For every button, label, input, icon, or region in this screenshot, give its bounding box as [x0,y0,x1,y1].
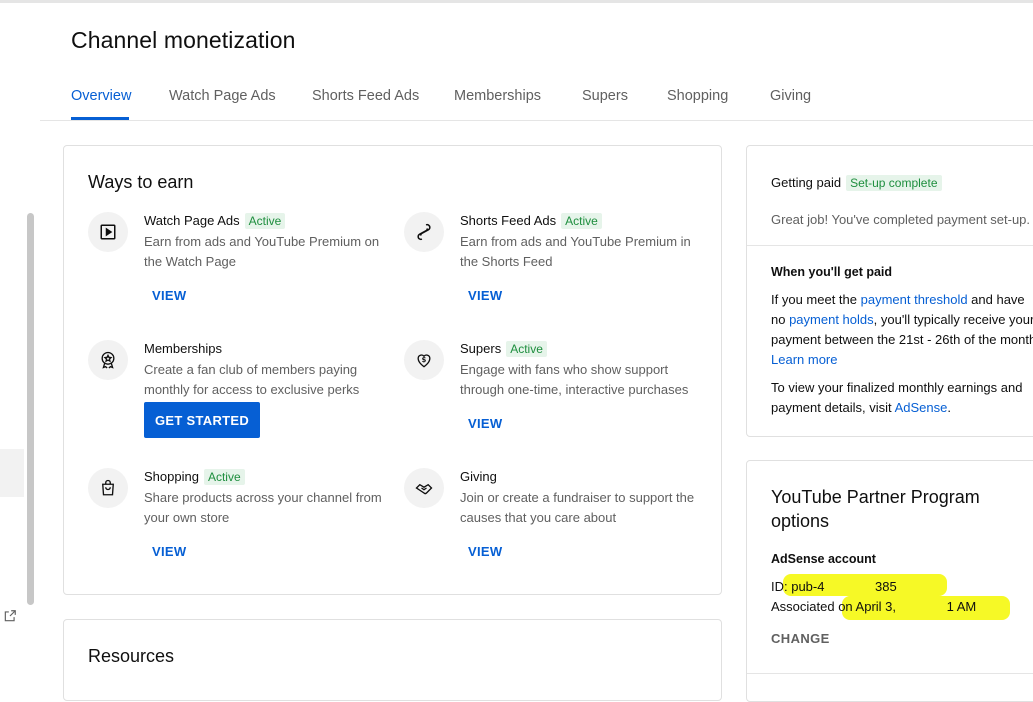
view-supers-button[interactable]: VIEW [468,416,502,431]
left-gutter [0,3,40,685]
ypp-title: YouTube Partner Program options [771,487,980,531]
when-text: If you meet the [771,292,861,307]
change-adsense-button[interactable]: CHANGE [771,631,830,646]
badge-star-icon [88,340,128,380]
tab-watch-page-ads[interactable]: Watch Page Ads [169,88,276,104]
earn-item-desc: Engage with fans who show support throug… [460,362,689,397]
status-badge: Active [561,213,602,229]
learn-more-link[interactable]: Learn more [771,352,837,367]
ways-to-earn-card: Ways to earn Watch Page Ads Active Earn f… [63,145,722,595]
when-paid-text: If you meet the payment threshold and ha… [771,290,1033,370]
status-badge: Active [244,213,286,229]
payment-setup-message: Great job! You've completed payment set-… [771,212,1031,227]
earn-item-desc: Join or create a fundraiser to support t… [460,490,695,525]
top-border [0,0,1033,3]
payment-holds-link[interactable]: payment holds [789,312,874,327]
ypp-options-card: YouTube Partner Program options AdSense … [746,460,1033,702]
adsense-id: ID: pub-4 385 [771,579,897,594]
page-title: Channel monetization [71,27,296,53]
earn-item-name: Shorts Feed Ads [460,213,557,228]
adsense-link[interactable]: AdSense [895,400,948,415]
tab-shorts-feed-ads[interactable]: Shorts Feed Ads [312,88,419,104]
resources-title: Resources [88,646,175,666]
adsense-account-label: AdSense account [771,552,876,566]
handshake-heart-icon [404,468,444,508]
finalized-text: . [947,400,951,415]
setup-complete-badge: Set-up complete [846,175,942,191]
tab-giving[interactable]: Giving [770,88,811,104]
tab-memberships[interactable]: Memberships [454,88,541,104]
earn-item-watch-page-ads: Watch Page Ads Active Earn from ads and Y… [88,212,388,312]
svg-text:$: $ [422,356,427,364]
view-shorts-feed-ads-button[interactable]: VIEW [468,288,502,303]
tab-supers[interactable]: Supers [582,88,628,104]
sidebar-hover-item[interactable] [0,449,24,497]
payment-threshold-link[interactable]: payment threshold [861,292,968,307]
heart-dollar-icon: $ [404,340,444,380]
getting-paid-title: Getting paid [771,175,842,190]
earn-item-shorts-feed-ads: Shorts Feed Ads Active Earn from ads and … [404,212,704,312]
earn-item-memberships: Memberships Create a fan club of members… [88,340,388,440]
earn-item-shopping: Shopping Active Share products across you… [88,468,388,568]
earn-item-giving: Giving Join or create a fundraiser to su… [404,468,704,568]
memberships-get-started-button[interactable]: GET STARTED [144,402,260,438]
earn-item-desc: Earn from ads and YouTube Premium in the… [460,234,691,269]
view-watch-page-ads-button[interactable]: VIEW [152,288,186,303]
earn-item-supers: $ Supers Active Engage with fans who show… [404,340,704,440]
adsense-associated-date: Associated on April 3, 1 AM [771,599,977,614]
tab-overview[interactable]: Overview [71,88,131,104]
finalized-earnings-text: To view your finalized monthly earnings … [771,378,1033,418]
divider [747,245,1033,246]
divider [747,673,1033,674]
tab-shopping[interactable]: Shopping [667,88,728,104]
tab-bar: Overview Watch Page Ads Shorts Feed Ads … [40,76,1033,121]
sidebar-scrollbar[interactable] [27,213,34,605]
earn-item-name: Memberships [144,341,223,356]
active-tab-indicator [71,117,129,120]
ways-to-earn-title: Ways to earn [88,172,194,192]
view-shopping-button[interactable]: VIEW [152,544,186,559]
earn-item-name: Supers [460,341,502,356]
getting-paid-row: Getting paid Set-up complete [771,175,942,191]
earn-item-name: Giving [460,469,497,484]
play-icon [88,212,128,252]
view-giving-button[interactable]: VIEW [468,544,502,559]
resources-card: Resources [63,619,722,701]
status-badge: Active [506,341,547,357]
earn-item-desc: Earn from ads and YouTube Premium on the… [144,234,380,269]
when-paid-title: When you'll get paid [771,265,893,279]
earn-item-name: Shopping [144,469,199,484]
earn-item-desc: Create a fan club of members paying mont… [144,362,360,397]
getting-paid-card: Getting paid Set-up complete Great job! Y… [746,145,1033,437]
shopping-bag-icon [88,468,128,508]
external-link-icon[interactable] [3,609,17,623]
status-badge: Active [203,469,245,485]
earn-item-name: Watch Page Ads [144,213,240,228]
shorts-icon [404,212,444,252]
earn-item-desc: Share products across your channel from … [144,490,382,525]
